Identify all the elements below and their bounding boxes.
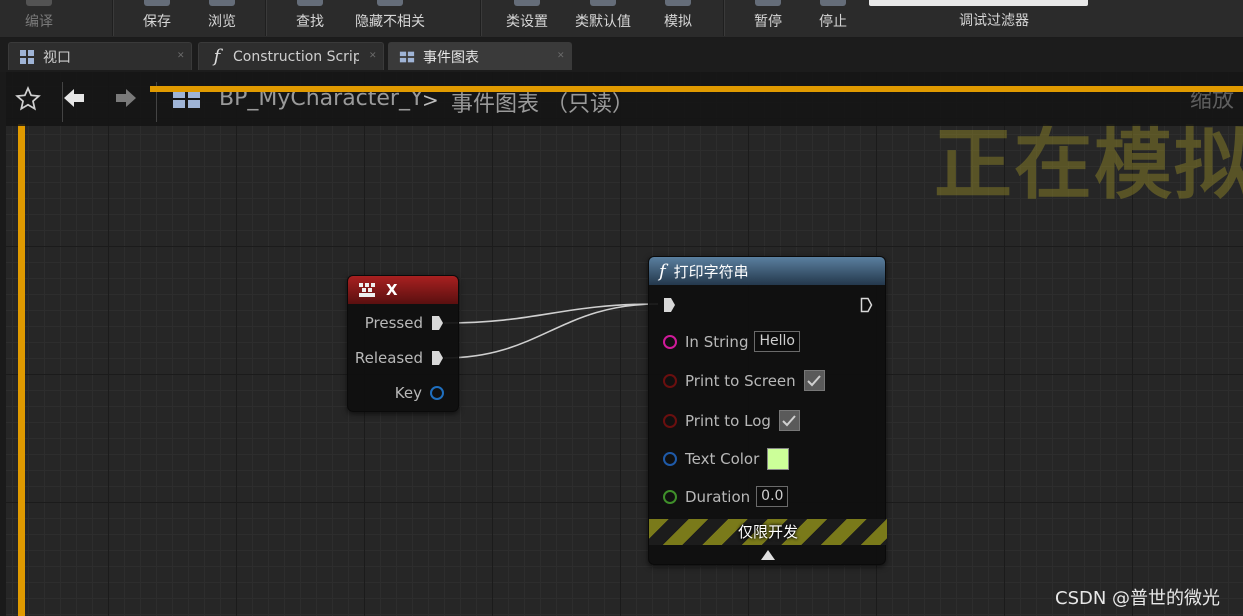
stop-icon bbox=[820, 0, 846, 6]
exec-out-pin-icon[interactable] bbox=[860, 297, 873, 313]
exec-pin-icon[interactable] bbox=[431, 350, 444, 366]
browse-button[interactable]: 浏览 bbox=[200, 0, 244, 36]
tab-event-graph[interactable]: 事件图表 ✕ bbox=[388, 42, 572, 70]
float-pin-icon[interactable] bbox=[663, 489, 677, 504]
bool-pin-icon[interactable] bbox=[663, 373, 677, 388]
toolbar-divider bbox=[480, 0, 482, 36]
viewport-icon bbox=[19, 49, 35, 65]
exec-pin-icon[interactable] bbox=[431, 315, 444, 331]
checkmark-icon bbox=[782, 414, 797, 426]
pin-print-to-screen[interactable]: Print to Screen bbox=[663, 370, 825, 391]
development-only-label: 仅限开发 bbox=[737, 523, 798, 541]
pin-in-string[interactable]: In String Hello bbox=[663, 331, 800, 352]
pause-button[interactable]: 暂停 bbox=[746, 0, 790, 36]
toolbar: 编译 保存 浏览 查找 隐藏不相关 类设置 类默认值 模拟 暂停 停止 调试过滤… bbox=[0, 0, 1243, 38]
class-settings-button[interactable]: 类设置 bbox=[502, 0, 552, 36]
print-to-screen-checkbox[interactable] bbox=[803, 370, 825, 391]
pause-icon bbox=[755, 0, 781, 6]
toolbar-divider bbox=[265, 0, 267, 36]
tab-bar: 视口 ✕ f Construction Scrip ✕ 事件图表 ✕ bbox=[0, 38, 1243, 72]
node-header: f 打印字符串 bbox=[649, 257, 885, 285]
function-icon: f bbox=[659, 260, 666, 282]
pin-key[interactable]: Key bbox=[395, 384, 444, 402]
simulate-button[interactable]: 模拟 bbox=[656, 0, 700, 36]
string-pin-icon[interactable] bbox=[663, 334, 677, 349]
simulation-border bbox=[18, 124, 25, 616]
toolbar-divider bbox=[112, 0, 114, 36]
save-icon bbox=[144, 0, 170, 6]
node-title: X bbox=[386, 281, 398, 299]
find-icon bbox=[297, 0, 323, 6]
simulation-border bbox=[150, 86, 1243, 92]
breadcrumb: BP_MyCharacter_Y > 事件图表 （只读） 缩放 bbox=[6, 72, 1243, 126]
hide-unrelated-button[interactable]: 隐藏不相关 bbox=[350, 0, 430, 36]
expand-arrow-icon[interactable] bbox=[761, 550, 775, 560]
in-string-input[interactable]: Hello bbox=[754, 331, 800, 352]
pin-released[interactable]: Released bbox=[355, 349, 444, 367]
print-to-log-checkbox[interactable] bbox=[778, 410, 800, 431]
node-title: 打印字符串 bbox=[673, 262, 749, 281]
stop-button[interactable]: 停止 bbox=[811, 0, 855, 36]
close-icon[interactable]: ✕ bbox=[177, 52, 185, 61]
node-header: X bbox=[348, 276, 458, 304]
pin-pressed[interactable]: Pressed bbox=[365, 314, 444, 332]
debug-filter-label: 调试过滤器 bbox=[959, 13, 1029, 29]
simulate-icon bbox=[665, 0, 691, 6]
close-icon[interactable]: ✕ bbox=[369, 52, 377, 61]
keyboard-icon bbox=[358, 282, 376, 298]
browse-icon bbox=[209, 0, 235, 6]
bool-pin-icon[interactable] bbox=[663, 413, 677, 428]
input-key-node[interactable]: X Pressed Released Key bbox=[347, 275, 459, 412]
close-icon[interactable]: ✕ bbox=[557, 52, 565, 61]
tab-viewport[interactable]: 视口 ✕ bbox=[8, 42, 192, 70]
struct-pin-icon[interactable] bbox=[430, 386, 444, 400]
function-icon: f bbox=[213, 46, 221, 67]
event-graph-icon bbox=[399, 49, 415, 65]
text-color-swatch[interactable] bbox=[767, 448, 790, 470]
hide-unrelated-icon bbox=[377, 0, 403, 6]
class-defaults-button[interactable]: 类默认值 bbox=[570, 0, 636, 36]
pin-duration[interactable]: Duration 0.0 bbox=[663, 486, 789, 507]
exec-in-pin-icon[interactable] bbox=[663, 297, 676, 313]
find-button[interactable]: 查找 bbox=[288, 0, 332, 36]
duration-input[interactable]: 0.0 bbox=[756, 486, 789, 507]
class-defaults-icon bbox=[590, 0, 616, 6]
back-arrow-icon[interactable] bbox=[62, 86, 86, 110]
debug-filter-dropdown[interactable] bbox=[869, 0, 1088, 6]
checkmark-icon bbox=[807, 374, 821, 386]
compile-button[interactable]: 编译 bbox=[14, 0, 64, 36]
pin-text-color[interactable]: Text Color bbox=[663, 448, 790, 470]
print-string-node[interactable]: f 打印字符串 In String Hello Print to Screen … bbox=[648, 256, 887, 565]
struct-pin-icon[interactable] bbox=[663, 452, 677, 466]
forward-arrow-icon[interactable] bbox=[114, 86, 138, 110]
save-button[interactable]: 保存 bbox=[135, 0, 179, 36]
toolbar-divider bbox=[723, 0, 725, 36]
watermark-credit: CSDN @普世的微光 bbox=[1055, 588, 1221, 609]
star-icon[interactable] bbox=[15, 86, 41, 111]
class-settings-icon bbox=[514, 0, 540, 6]
tab-construction-script[interactable]: f Construction Scrip ✕ bbox=[198, 42, 384, 70]
compile-icon bbox=[26, 0, 52, 6]
pin-print-to-log[interactable]: Print to Log bbox=[663, 410, 800, 431]
